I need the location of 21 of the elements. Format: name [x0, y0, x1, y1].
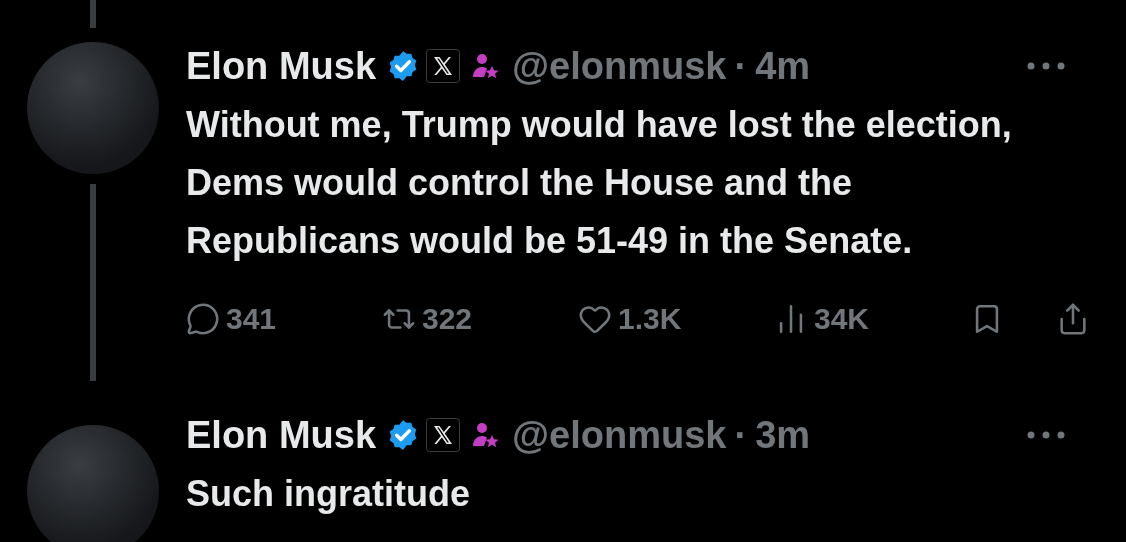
views-button[interactable]: 34K [774, 296, 924, 341]
like-button[interactable]: 1.3K [578, 296, 728, 341]
post-time[interactable]: 4m [755, 42, 811, 90]
author-name[interactable]: Elon Musk [186, 411, 377, 459]
reply-button[interactable]: 341 [186, 296, 336, 341]
separator: · [734, 44, 748, 89]
author-name[interactable]: Elon Musk [186, 42, 377, 90]
x-logo-icon [426, 418, 461, 452]
more-options-icon[interactable] [1026, 430, 1066, 440]
post-text: Without me, Trump would have lost the election, Dems would control the House and the Republicans would be 51-49 in the Senate. [186, 103, 1013, 263]
more-options-icon[interactable] [1026, 61, 1066, 71]
speech-bubble-icon [186, 301, 220, 336]
post-text: Such ingratitude [186, 472, 471, 516]
post-time[interactable]: 3m [755, 411, 811, 459]
person-star-icon [470, 51, 501, 81]
x-logo-icon [426, 49, 461, 83]
person-star-icon [470, 420, 501, 450]
author-handle[interactable]: @elonmusk [512, 42, 727, 90]
separator: · [734, 413, 748, 458]
author-handle[interactable]: @elonmusk [512, 411, 727, 459]
repost-button[interactable]: 322 [382, 296, 532, 341]
